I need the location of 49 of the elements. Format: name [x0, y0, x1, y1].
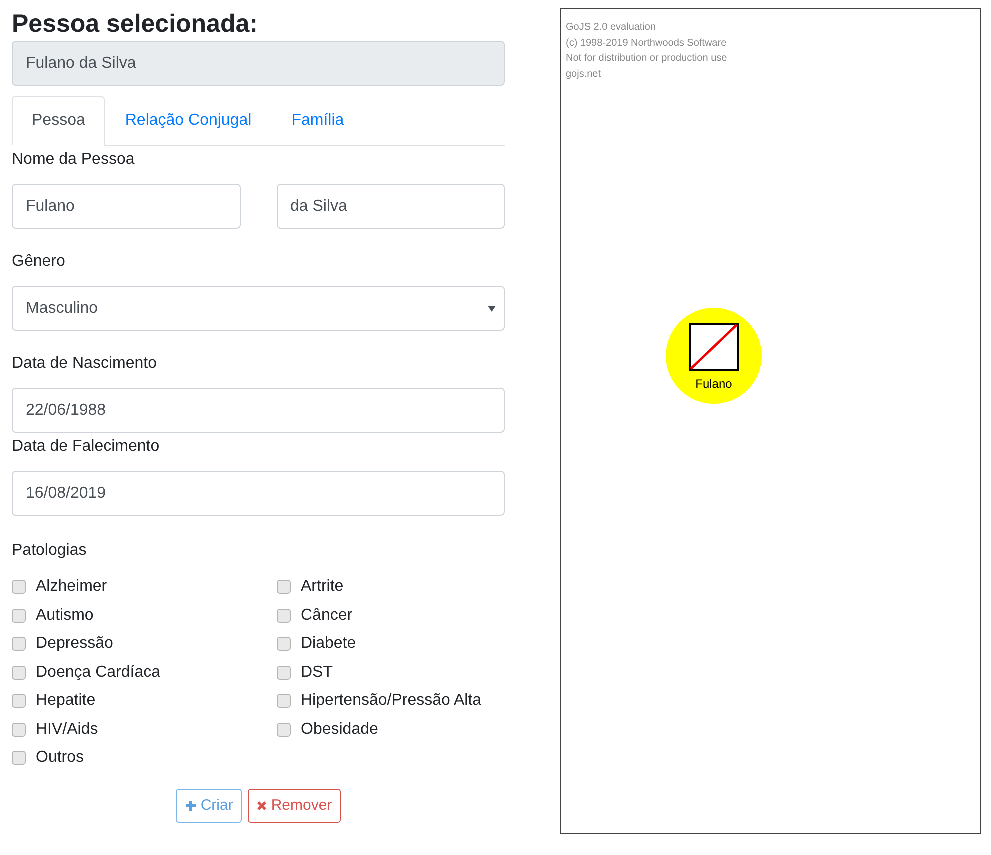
checkbox-label: Artrite [301, 577, 344, 597]
checkbox-label: Depressão [36, 634, 114, 654]
watermark-text: (c) 1998-2019 Northwoods Software [566, 36, 728, 50]
watermark-text: Not for distribution or production use [566, 52, 728, 66]
checkbox-label: Doença Cardíaca [36, 662, 161, 682]
checkbox[interactable] [12, 637, 26, 651]
watermark-text: GoJS 2.0 evaluation [566, 21, 658, 35]
checkbox[interactable] [277, 666, 291, 680]
date-field[interactable]: 22/06/1988 [12, 388, 505, 433]
tab[interactable]: Família [272, 96, 364, 146]
checkbox-label: Hipertensão/Pressão Alta [301, 691, 482, 711]
checkbox-label: Câncer [301, 606, 353, 626]
checkbox[interactable] [277, 637, 291, 651]
checkbox[interactable] [12, 751, 26, 765]
gender-select[interactable]: Masculino [12, 286, 505, 331]
close-icon [257, 800, 268, 810]
checkbox-label: Alzheimer [36, 577, 108, 597]
checkbox-label: Outros [36, 748, 84, 768]
field-label: Gênero [12, 252, 66, 272]
tab[interactable]: Pessoa [12, 96, 106, 146]
date-field[interactable]: 16/08/2019 [12, 471, 505, 516]
field-label: Nome da Pessoa [12, 150, 135, 170]
tab[interactable]: Relação Conjugal [105, 96, 272, 146]
checkbox-label: Diabete [301, 634, 356, 654]
plus-icon [184, 800, 197, 812]
field-label: Data de Nascimento [12, 354, 157, 374]
last-name-field[interactable]: da Silva [276, 184, 505, 229]
checkbox-label: Autismo [36, 606, 94, 626]
checkbox-label: DST [301, 662, 333, 682]
field-label: Patologias [12, 541, 87, 561]
checkbox-label: Hepatite [36, 691, 96, 711]
checkbox-label: HIV/Aids [36, 720, 98, 740]
checkbox[interactable] [12, 666, 26, 680]
checkbox[interactable] [12, 580, 26, 594]
page-heading: Pessoa selecionada: [12, 9, 259, 40]
first-name-field[interactable]: Fulano [12, 184, 240, 229]
checkbox-label: Obesidade [301, 720, 378, 740]
node-label: Fulano [696, 377, 732, 391]
watermark-text: gojs.net [566, 68, 602, 82]
checkbox[interactable] [277, 580, 291, 594]
checkbox[interactable] [12, 694, 26, 708]
checkbox[interactable] [277, 722, 291, 736]
checkbox[interactable] [277, 608, 291, 622]
caret-icon [488, 306, 496, 312]
checkbox[interactable] [277, 694, 291, 708]
field-label: Data de Falecimento [12, 437, 160, 457]
checkbox[interactable] [12, 608, 26, 622]
checkbox[interactable] [12, 722, 26, 736]
remove-button[interactable]: Remover [248, 788, 342, 822]
